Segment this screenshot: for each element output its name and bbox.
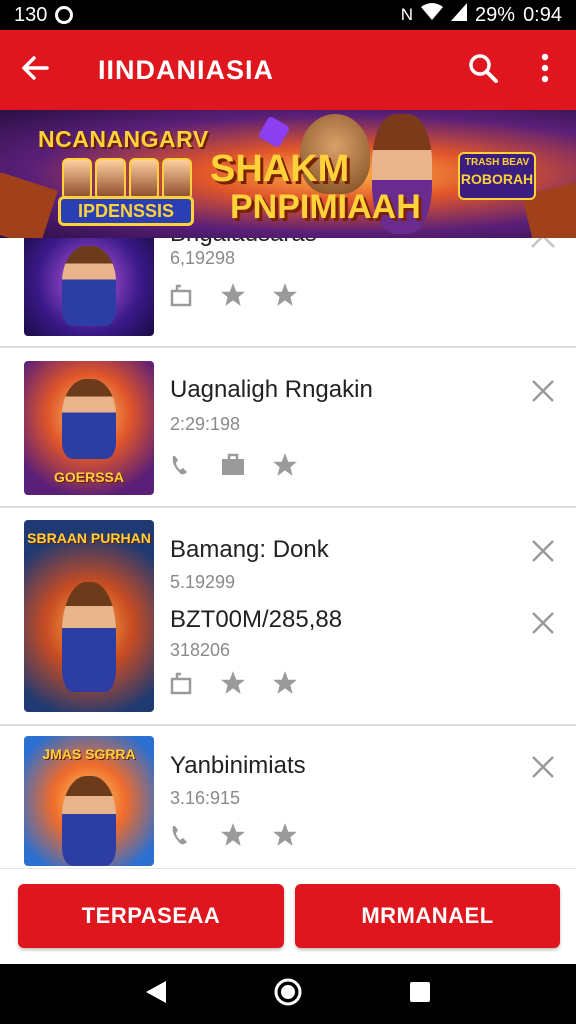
home-circle-icon — [273, 977, 303, 1012]
action-row — [168, 452, 298, 478]
game-meta-secondary: 318206 — [170, 640, 231, 660]
battery-percent: 29% — [475, 3, 516, 26]
wifi-icon — [421, 3, 444, 27]
dismiss-button[interactable] — [528, 754, 558, 784]
banner-crate-left — [0, 172, 58, 238]
character-face — [128, 158, 159, 200]
promo-banner[interactable]: NCANANGARV IPDENSSIS SHAKM PNPIMIAAH TRA… — [0, 110, 576, 238]
bag-icon[interactable] — [220, 452, 246, 478]
status-clock: 0:94 — [523, 3, 562, 26]
arrow-left-icon — [20, 53, 50, 88]
dismiss-button[interactable] — [528, 538, 558, 568]
nav-back-button[interactable] — [138, 976, 174, 1012]
back-button[interactable] — [0, 30, 70, 110]
left-action-button[interactable]: TERPASEAA — [18, 884, 284, 948]
banner-main-title-line2: PNPIMIAAH — [230, 188, 421, 226]
more-vert-icon — [540, 53, 550, 88]
star-icon[interactable] — [272, 822, 298, 848]
game-thumbnail[interactable]: GOERSSA — [24, 361, 154, 495]
game-meta: 5.19299 — [170, 572, 236, 592]
character-face — [161, 158, 192, 200]
nav-recents-button[interactable] — [402, 976, 438, 1012]
star-icon[interactable] — [220, 670, 246, 696]
search-icon — [467, 52, 499, 89]
app-bar: IINDANIASIA — [0, 30, 576, 110]
game-meta: 3.16:915 — [170, 788, 241, 808]
square-recents-icon — [408, 980, 432, 1009]
game-thumbnail[interactable]: SBRAAN PURHAN — [24, 520, 154, 712]
game-meta: 2:29:198 — [170, 414, 241, 434]
game-title[interactable]: Bamang: Donk — [170, 536, 329, 564]
bag-icon[interactable] — [168, 670, 194, 696]
dismiss-button[interactable] — [528, 378, 558, 408]
chevron-up-icon — [530, 238, 556, 254]
game-thumbnail[interactable] — [24, 238, 154, 336]
star-icon[interactable] — [220, 282, 246, 308]
list-item[interactable]: SBRAAN PURHAN Bamang: Donk 5.19299 BZT00… — [0, 508, 576, 726]
action-row — [168, 282, 298, 308]
game-title[interactable]: Brigaiausaras — [170, 238, 317, 248]
close-icon — [531, 379, 555, 408]
app-title: IINDANIASIA — [98, 54, 275, 85]
banner-ribbon: IPDENSSIS — [58, 196, 194, 226]
banner-badge: TRASH BEAV ROBORAH — [458, 152, 536, 200]
status-left: 130 — [14, 3, 74, 27]
thumbnail-caption: GOERSSA — [53, 469, 124, 485]
status-time-left: 130 — [14, 3, 48, 26]
triangle-back-icon — [144, 979, 168, 1010]
thumbnail-caption: SBRAAN PURHAN — [27, 530, 151, 546]
banner-main-title-line1: SHAKM — [210, 148, 350, 190]
thumbnail-character — [62, 776, 116, 866]
list-item[interactable]: JMAS SGRRA Yanbinimiats 3.16:915 — [0, 726, 576, 868]
star-icon[interactable] — [220, 822, 246, 848]
right-action-button[interactable]: MRMANAEL — [295, 884, 560, 948]
action-row — [168, 670, 298, 696]
star-icon[interactable] — [272, 670, 298, 696]
list-item[interactable]: GOERSSA Uagnaligh Rngakin 2:29:198 — [0, 348, 576, 508]
nav-home-button[interactable] — [270, 976, 306, 1012]
banner-badge-main: ROBORAH — [460, 171, 534, 187]
game-subtitle: BZT00M/285,88 — [170, 606, 343, 633]
thumbnail-character — [62, 582, 116, 692]
search-button[interactable] — [452, 30, 514, 110]
close-icon — [531, 755, 555, 784]
game-meta: 6,19298 — [170, 248, 236, 268]
game-list: Brigaiausaras 6,19298 GOERSSA Uagnaligh … — [0, 238, 576, 868]
gem-icon — [257, 115, 291, 149]
dismiss-button[interactable] — [528, 610, 558, 640]
bag-icon[interactable] — [168, 282, 194, 308]
signal-icon — [451, 3, 468, 27]
nfc-icon: N — [400, 5, 414, 24]
game-thumbnail[interactable]: JMAS SGRRA — [24, 736, 154, 866]
banner-character-faces — [62, 158, 192, 200]
star-icon[interactable] — [272, 452, 298, 478]
overflow-menu-button[interactable] — [514, 30, 576, 110]
phone-icon[interactable] — [168, 452, 194, 478]
star-icon[interactable] — [272, 282, 298, 308]
thumbnail-character — [62, 246, 116, 326]
phone-icon[interactable] — [168, 822, 194, 848]
bottom-action-bar: TERPASEAA MRMANAEL — [0, 868, 576, 964]
thumbnail-caption: JMAS SGRRA — [42, 746, 136, 762]
status-bar: 130 N 29% 0:94 — [0, 0, 576, 30]
close-icon — [531, 539, 555, 568]
list-item[interactable]: Brigaiausaras 6,19298 — [0, 238, 576, 348]
status-right: N 29% 0:94 — [401, 3, 562, 27]
character-face — [95, 158, 126, 200]
system-nav-bar — [0, 964, 576, 1024]
character-face — [62, 158, 93, 200]
action-row — [168, 822, 298, 848]
banner-badge-top: TRASH BEAV — [464, 157, 530, 168]
game-title[interactable]: Uagnaligh Rngakin — [170, 376, 373, 404]
game-title[interactable]: Yanbinimiats — [170, 752, 306, 780]
close-icon — [531, 611, 555, 640]
banner-left-title: NCANANGARV — [38, 126, 209, 152]
thumbnail-character — [62, 379, 116, 459]
notification-ring-icon — [55, 6, 74, 24]
collapse-button[interactable] — [528, 238, 558, 258]
